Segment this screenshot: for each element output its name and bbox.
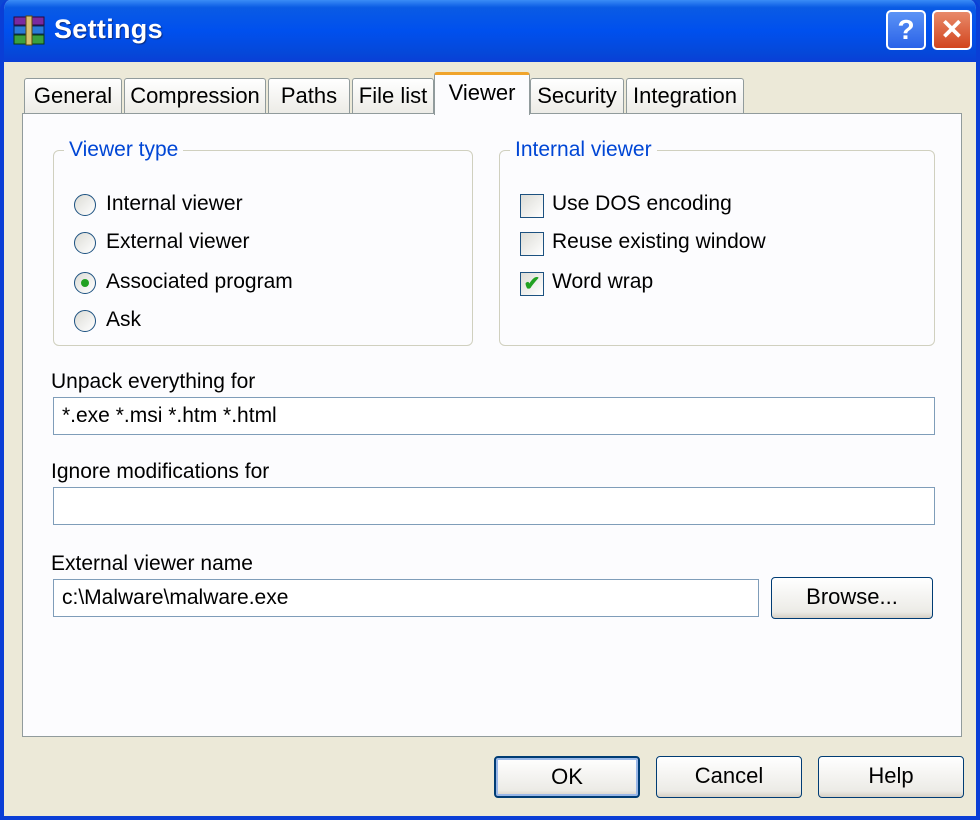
radio-label: Internal viewer bbox=[106, 192, 243, 215]
unpack-everything-input[interactable]: *.exe *.msi *.htm *.html bbox=[53, 397, 935, 435]
radio-button-selected[interactable] bbox=[74, 272, 96, 294]
viewer-type-group: Viewer type Internal viewer External vie… bbox=[53, 138, 473, 346]
tab-file-list[interactable]: File list bbox=[352, 78, 434, 114]
internal-viewer-group: Internal viewer Use DOS encoding Reuse e… bbox=[499, 138, 935, 346]
radio-label: External viewer bbox=[106, 230, 250, 253]
radio-button[interactable] bbox=[74, 310, 96, 332]
ok-button[interactable]: OK bbox=[494, 756, 640, 798]
title-bar[interactable]: Settings ? ✕ bbox=[4, 0, 976, 62]
window-title: Settings bbox=[54, 14, 163, 44]
unpack-everything-label: Unpack everything for bbox=[51, 370, 256, 393]
checkbox-box[interactable] bbox=[520, 194, 544, 218]
viewer-tab-panel: Viewer type Internal viewer External vie… bbox=[22, 113, 962, 737]
tab-paths[interactable]: Paths bbox=[268, 78, 350, 114]
tab-general[interactable]: General bbox=[24, 78, 122, 114]
radio-label: Ask bbox=[106, 308, 142, 331]
checkbox-label: Reuse existing window bbox=[552, 230, 766, 253]
tab-integration[interactable]: Integration bbox=[626, 78, 744, 114]
title-close-button[interactable]: ✕ bbox=[932, 10, 972, 50]
radio-button[interactable] bbox=[74, 194, 96, 216]
browse-button[interactable]: Browse... bbox=[771, 577, 933, 619]
cancel-button[interactable]: Cancel bbox=[656, 756, 802, 798]
help-button[interactable]: Help bbox=[818, 756, 964, 798]
viewer-type-legend: Viewer type bbox=[69, 138, 179, 161]
external-viewer-name-label: External viewer name bbox=[51, 552, 253, 575]
radio-button[interactable] bbox=[74, 232, 96, 254]
external-viewer-name-input[interactable]: c:\Malware\malware.exe bbox=[53, 579, 759, 617]
ignore-modifications-input[interactable] bbox=[53, 487, 935, 525]
winrar-books-icon bbox=[13, 15, 45, 46]
checkbox-label: Use DOS encoding bbox=[552, 192, 732, 215]
checkmark-icon[interactable]: ✔ bbox=[520, 272, 544, 296]
tab-strip: General Compression Paths File list View… bbox=[24, 72, 964, 115]
tab-compression[interactable]: Compression bbox=[124, 78, 266, 114]
tab-security[interactable]: Security bbox=[530, 78, 624, 114]
internal-viewer-legend: Internal viewer bbox=[515, 138, 652, 161]
radio-label: Associated program bbox=[106, 270, 293, 293]
ignore-modifications-label: Ignore modifications for bbox=[51, 460, 270, 483]
checkbox-box[interactable] bbox=[520, 232, 544, 256]
title-help-button[interactable]: ? bbox=[886, 10, 926, 50]
settings-window: Settings ? ✕ General Compression Paths F… bbox=[0, 0, 980, 820]
tab-viewer[interactable]: Viewer bbox=[434, 72, 530, 115]
checkbox-label: Word wrap bbox=[552, 270, 654, 293]
